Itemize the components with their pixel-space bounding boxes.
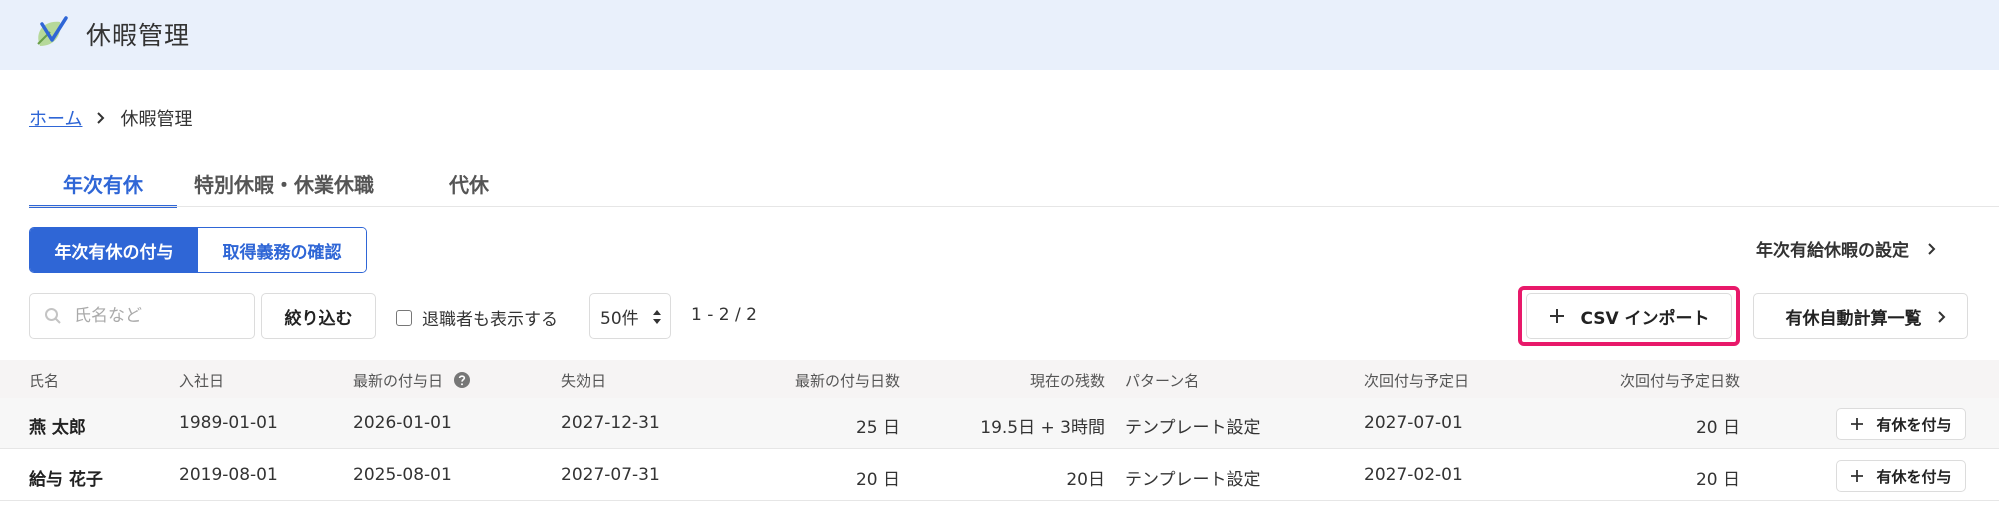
cell-name: 燕 太郎 xyxy=(29,418,86,438)
breadcrumb: ホーム 休暇管理 xyxy=(29,105,192,131)
cell-next-date: 2027-07-01 xyxy=(1364,413,1463,433)
cell-latest-grant-days: 25 日 xyxy=(855,418,900,438)
cell-remaining: 19.5日 + 3時間 xyxy=(980,418,1105,438)
breadcrumb-home-link[interactable]: ホーム xyxy=(29,105,82,131)
tab-compensatory-leave[interactable]: 代休 xyxy=(449,169,489,198)
cell-latest-grant-days: 20 日 xyxy=(855,470,900,490)
leaf-check-icon xyxy=(37,16,68,46)
per-page-select[interactable]: 50件 xyxy=(589,293,671,339)
header-pattern: パターン名 xyxy=(1125,372,1200,390)
breadcrumb-current: 休暇管理 xyxy=(120,109,193,130)
csv-import-button[interactable]: CSV インポート xyxy=(1526,293,1732,339)
settings-link-label: 年次有給休暇の設定 xyxy=(1756,241,1909,261)
chevron-right-icon xyxy=(1938,311,1946,323)
cell-latest-grant-date: 2026-01-01 xyxy=(353,413,452,433)
tab-special-leave[interactable]: 特別休暇・休業休職 xyxy=(194,169,374,198)
app-title: 休暇管理 xyxy=(86,21,191,50)
cell-expiry: 2027-12-31 xyxy=(561,413,660,433)
header-latest-grant-date-label: 最新の付与日 xyxy=(353,372,444,390)
annual-leave-settings-link[interactable]: 年次有給休暇の設定 xyxy=(1756,236,1939,261)
tabs-divider xyxy=(29,206,1999,207)
pagination-info: 1 - 2 / 2 xyxy=(691,305,757,325)
cell-next-days: 20 日 xyxy=(1695,470,1740,490)
top-bar: 休暇管理 xyxy=(0,0,1999,70)
cell-next-date: 2027-02-01 xyxy=(1364,465,1463,485)
help-icon[interactable] xyxy=(453,372,470,388)
cell-next-days: 20 日 xyxy=(1695,418,1740,438)
tab-bar: 年次有休 特別休暇・休業休職 代休 xyxy=(29,165,549,208)
grant-leave-button[interactable]: 有休を付与 xyxy=(1836,460,1966,492)
header-remaining: 現在の残数 xyxy=(1029,372,1105,390)
tab-annual-leave[interactable]: 年次有休 xyxy=(63,169,143,198)
plus-icon xyxy=(1851,418,1864,430)
grant-leave-button[interactable]: 有休を付与 xyxy=(1836,408,1966,440)
table-header: 氏名 入社日 最新の付与日 失効日 最新の付与日数 現在の残数 パターン名 次回… xyxy=(0,360,1999,398)
cell-pattern: テンプレート設定 xyxy=(1125,418,1261,438)
header-expiry: 失効日 xyxy=(561,372,607,390)
select-arrows-icon xyxy=(653,310,661,324)
header-latest-grant-date: 最新の付与日 xyxy=(353,370,470,391)
header-latest-grant-days: 最新の付与日数 xyxy=(794,372,900,390)
view-segment-control: 年次有休の付与 取得義務の確認 xyxy=(29,227,367,273)
table-row: 給与 花子 2019-08-01 2025-08-01 2027-07-31 2… xyxy=(0,450,1999,501)
segment-check-button[interactable]: 取得義務の確認 xyxy=(198,228,366,272)
grant-leave-label: 有休を付与 xyxy=(1876,467,1952,486)
cell-name: 給与 花子 xyxy=(29,470,103,490)
search-input[interactable] xyxy=(74,306,244,326)
header-next-date: 次回付与予定日 xyxy=(1364,372,1470,390)
grant-leave-label: 有休を付与 xyxy=(1876,415,1952,434)
header-join-date: 入社日 xyxy=(179,372,225,390)
show-retired-checkbox[interactable] xyxy=(396,309,412,326)
plus-icon xyxy=(1550,309,1565,323)
cell-join-date: 1989-01-01 xyxy=(179,413,278,433)
per-page-value: 50件 xyxy=(600,308,639,329)
show-retired-toggle[interactable]: 退職者も表示する xyxy=(396,305,558,330)
filter-button[interactable]: 絞り込む xyxy=(261,293,376,339)
search-icon xyxy=(45,308,61,324)
segment-grant-button[interactable]: 年次有休の付与 xyxy=(30,228,198,272)
table-row: 燕 太郎 1989-01-01 2026-01-01 2027-12-31 25… xyxy=(0,398,1999,449)
header-name: 氏名 xyxy=(29,372,60,390)
cell-expiry: 2027-07-31 xyxy=(561,465,660,485)
search-box xyxy=(29,293,255,339)
chevron-right-icon xyxy=(1928,242,1936,255)
header-next-days: 次回付与予定日数 xyxy=(1619,372,1740,390)
cell-remaining: 20日 xyxy=(1066,470,1105,490)
auto-calc-list-button[interactable]: 有休自動計算一覧 xyxy=(1753,293,1968,339)
plus-icon xyxy=(1851,470,1864,482)
auto-calc-label: 有休自動計算一覧 xyxy=(1785,308,1922,329)
chevron-right-icon xyxy=(97,112,105,124)
cell-join-date: 2019-08-01 xyxy=(179,465,278,485)
csv-import-label: CSV インポート xyxy=(1580,308,1710,329)
cell-pattern: テンプレート設定 xyxy=(1125,470,1261,490)
show-retired-label: 退職者も表示する xyxy=(422,310,558,330)
cell-latest-grant-date: 2025-08-01 xyxy=(353,465,452,485)
